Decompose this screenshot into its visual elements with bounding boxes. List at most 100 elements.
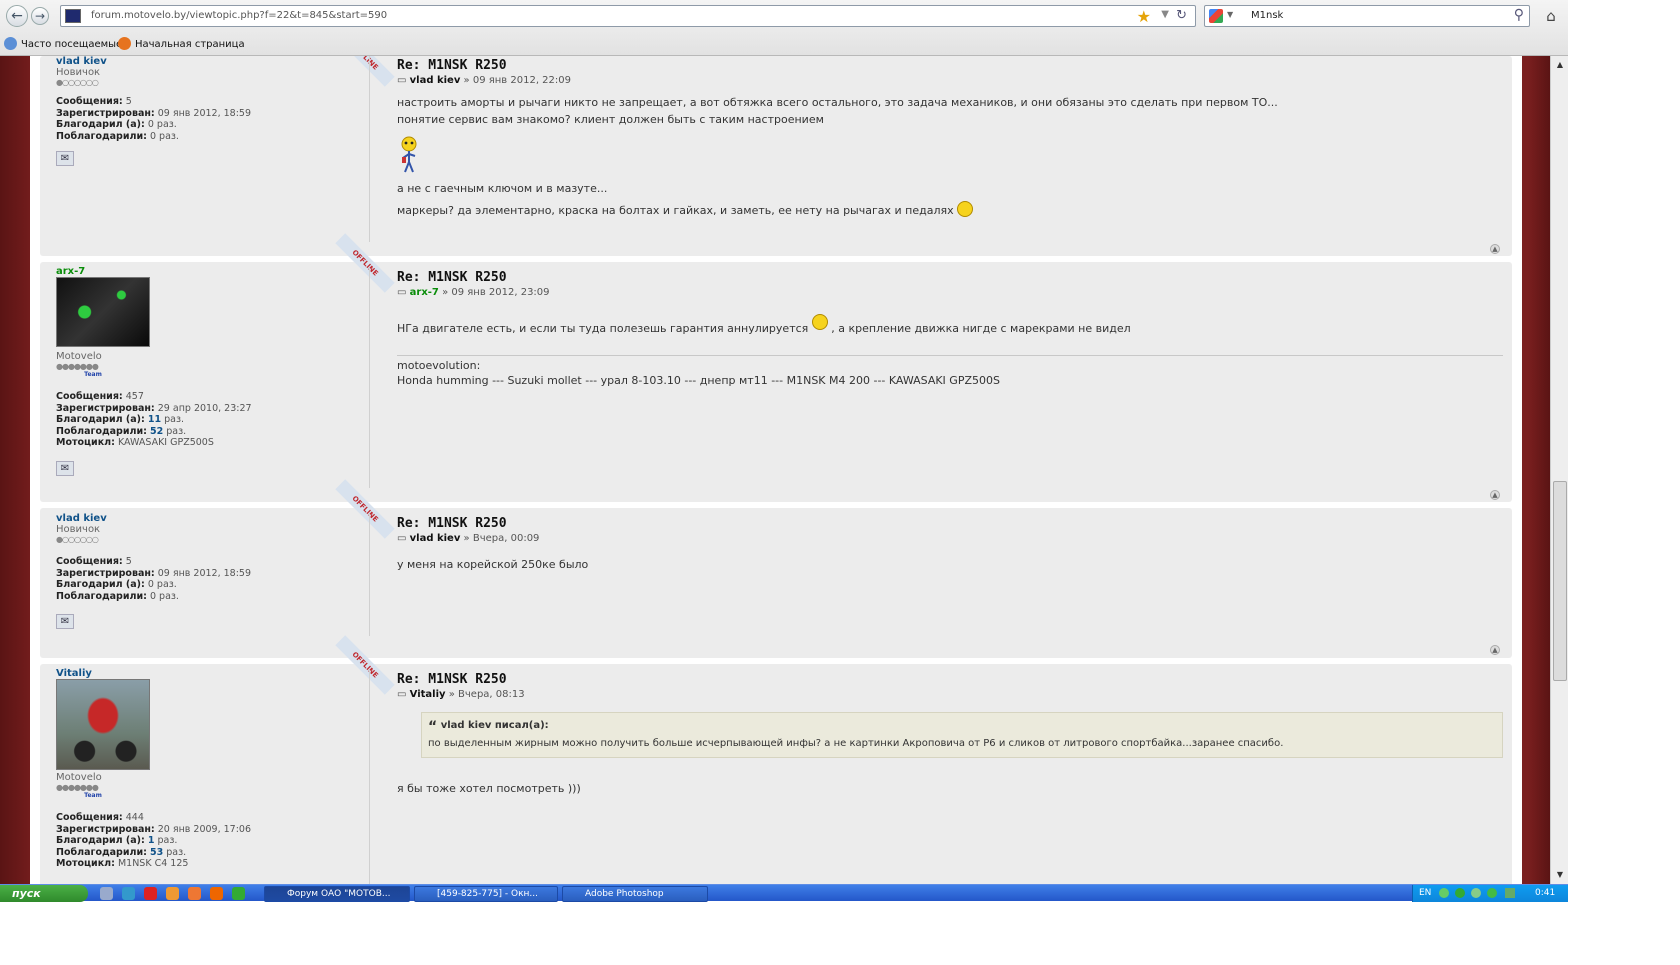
back-to-top-icon[interactable]: ▲: [1490, 244, 1500, 254]
search-bar[interactable]: ▼ M1nsk ⚲: [1204, 5, 1530, 27]
post-author[interactable]: vlad kiev: [56, 513, 366, 524]
post-meta-author[interactable]: vlad kiev: [410, 75, 461, 86]
team-badge: Team: [84, 792, 102, 799]
scroll-thumb[interactable]: [1553, 481, 1567, 681]
firefox-icon[interactable]: [188, 887, 201, 900]
forward-button[interactable]: →: [31, 7, 49, 25]
post: OFFLINE vlad kiev Новичок ●○○○○○○ Сообще…: [40, 56, 1512, 256]
post-title[interactable]: Re: M1NSK R250: [397, 516, 1497, 531]
post-meta: ▭ Vitaliy » Вчера, 08:13: [397, 689, 525, 700]
post-text: НГа двигателе есть, и если ты туда полез…: [397, 314, 1503, 337]
quote-text: по выделенным жирным можно получить боль…: [428, 738, 1284, 749]
start-button[interactable]: пуск: [0, 885, 88, 902]
post-profile: Vitaliy Motovelo ●●●●●●● Team Сообщения:…: [56, 668, 366, 870]
pm-mail-icon[interactable]: ✉: [56, 614, 74, 629]
windows-taskbar: пуск Форум ОАО "МОТОВ... [459-825-775] -…: [0, 884, 1568, 902]
post-text: я бы тоже хотел посмотреть ))): [397, 782, 581, 795]
opera-icon[interactable]: [144, 887, 157, 900]
post-meta-author[interactable]: Vitaliy: [410, 689, 446, 700]
tray-icon[interactable]: [1471, 888, 1481, 898]
network-icon[interactable]: [1505, 888, 1515, 898]
search-input[interactable]: M1nsk: [1251, 10, 1283, 21]
post-divider: [369, 670, 370, 884]
clock[interactable]: 0:41: [1535, 885, 1555, 902]
post-text-line: НГа двигателе есть, и если ты туда полез…: [397, 322, 809, 335]
reload-icon[interactable]: ↻: [1176, 8, 1187, 23]
avatar: [56, 679, 150, 770]
team-badge: Team: [84, 371, 102, 378]
bookmark-most-visited[interactable]: Часто посещаемые: [4, 37, 122, 50]
scroll-down-icon[interactable]: ▼: [1553, 868, 1567, 882]
smiley-icon: [957, 201, 974, 217]
rank-stars-icon: ●●●●●●●: [56, 362, 99, 371]
post-author[interactable]: vlad kiev: [56, 56, 366, 67]
firefox-icon[interactable]: [210, 887, 223, 900]
quote-author: vlad kiev писал(а):: [440, 720, 549, 731]
back-to-top-icon[interactable]: ▲: [1490, 490, 1500, 500]
post-meta: ▭ arx-7 » 09 янв 2012, 23:09: [397, 287, 550, 298]
post-author[interactable]: Vitaliy: [56, 668, 366, 679]
post-text: а не с гаечным ключом и в мазуте...: [397, 182, 608, 195]
task-photoshop[interactable]: Adobe Photoshop: [562, 886, 708, 902]
history-dropdown-icon[interactable]: ▼: [1161, 9, 1169, 20]
user-stats: Сообщения: 444 Зарегистрирован: 20 янв 2…: [56, 812, 252, 869]
task-firefox[interactable]: Форум ОАО "МОТОВ...: [264, 886, 410, 902]
task-label: [459-825-775] - Окн...: [437, 889, 539, 899]
post-profile: vlad kiev Новичок ●○○○○○○ Сообщения: 5 З…: [56, 513, 366, 629]
post-divider: [369, 268, 370, 488]
post-meta: ▭ vlad kiev » Вчера, 00:09: [397, 533, 540, 544]
engine-dropdown-icon[interactable]: ▼: [1227, 10, 1233, 19]
user-rank: Новичок: [56, 67, 101, 78]
post-title[interactable]: Re: M1NSK R250: [397, 58, 1497, 73]
ie-icon[interactable]: [122, 887, 135, 900]
post-body: Re: M1NSK R250 ▭ vlad kiev » Вчера, 00:0…: [397, 516, 1497, 573]
address-bar[interactable]: forum.motovelo.by/viewtopic.php?f=22&t=8…: [60, 5, 1196, 27]
signature-line: Honda humming --- Suzuki mollet --- урал…: [397, 374, 1000, 387]
post-divider: [369, 56, 370, 242]
quote-icon: “: [428, 719, 438, 735]
pm-mail-icon[interactable]: ✉: [56, 460, 74, 476]
user-stats: Сообщения: 457 Зарегистрирован: 29 апр 2…: [56, 391, 252, 448]
quicklaunch-icon[interactable]: [100, 887, 113, 900]
post-date: » Вчера, 08:13: [448, 689, 525, 700]
google-engine-icon[interactable]: [1209, 9, 1223, 23]
user-stats: Сообщения: 5 Зарегистрирован: 09 янв 201…: [56, 556, 252, 602]
language-indicator[interactable]: EN: [1419, 885, 1431, 902]
post-text: у меня на корейской 250ке было: [397, 558, 589, 571]
rank-stars-icon: ●○○○○○○: [56, 78, 99, 87]
post-text-line: маркеры? да элементарно, краска на болта…: [397, 204, 954, 217]
bookmark-star-icon[interactable]: ★: [1137, 7, 1151, 26]
scrollbar[interactable]: ▲ ▼: [1550, 56, 1568, 884]
post-author[interactable]: arx-7: [56, 266, 366, 277]
post: OFFLINE vlad kiev Новичок ●○○○○○○ Сообще…: [40, 479, 1512, 658]
tray-icon[interactable]: [1439, 888, 1449, 898]
post-title[interactable]: Re: M1NSK R250: [397, 672, 1503, 687]
firefox-icon: [118, 37, 131, 50]
post-title[interactable]: Re: M1NSK R250: [397, 270, 1503, 285]
animated-smiley-icon: [397, 136, 1497, 173]
signature: motoevolution: Honda humming --- Suzuki …: [397, 355, 1503, 388]
task-chat[interactable]: [459-825-775] - Окн...: [414, 886, 558, 902]
icq-tray-icon[interactable]: [1487, 888, 1497, 898]
post-meta-author[interactable]: arx-7: [410, 287, 439, 298]
search-icon[interactable]: ⚲: [1514, 7, 1524, 23]
home-icon[interactable]: ⌂: [1540, 5, 1562, 27]
app-icon[interactable]: [166, 887, 179, 900]
back-to-top-icon[interactable]: ▲: [1490, 645, 1500, 655]
address-input[interactable]: forum.motovelo.by/viewtopic.php?f=22&t=8…: [91, 10, 387, 21]
bookmark-home-page[interactable]: Начальная страница: [118, 37, 245, 50]
scroll-up-icon[interactable]: ▲: [1553, 58, 1567, 72]
post: OFFLINE arx-7 Motovelo ●●●●●●● Team Сооб…: [40, 233, 1512, 502]
tray-icon[interactable]: [1455, 888, 1465, 898]
user-rank: Motovelo: [56, 772, 102, 783]
quote-block: “ vlad kiev писал(а): по выделенным жирн…: [421, 712, 1503, 758]
post-body: Re: M1NSK R250 ▭ arx-7 » 09 янв 2012, 23…: [397, 270, 1503, 388]
post-meta-author[interactable]: vlad kiev: [410, 533, 461, 544]
icq-icon[interactable]: [232, 887, 245, 900]
pm-mail-icon[interactable]: ✉: [56, 151, 74, 166]
post-date: » Вчера, 00:09: [463, 533, 540, 544]
smiley-icon: [811, 314, 828, 330]
site-favicon-icon: [65, 9, 81, 23]
back-button[interactable]: ←: [6, 5, 28, 27]
page-viewport: OFFLINE vlad kiev Новичок ●○○○○○○ Сообще…: [0, 56, 1568, 884]
